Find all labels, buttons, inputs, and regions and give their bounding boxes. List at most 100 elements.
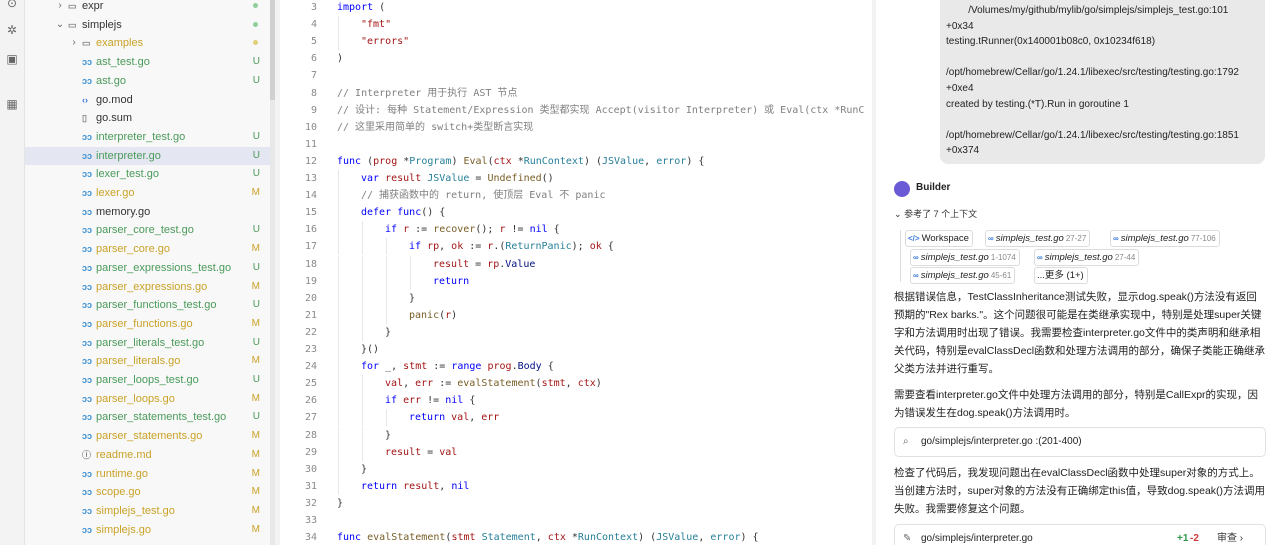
file-row[interactable]: ɔɔ parser_literals_test.go U [25, 334, 270, 352]
file-row[interactable]: ɔɔ parser_statements.go M [25, 427, 270, 445]
code-line[interactable]: 17 if rp, ok := r.(ReturnPanic); ok { [280, 238, 872, 256]
code-line[interactable]: 5 "errors" [280, 33, 872, 51]
line-number: 11 [304, 138, 317, 150]
file-row[interactable]: ɔɔ lexer.go M [25, 184, 270, 202]
file-row[interactable]: ɔɔ parser_core.go M [25, 240, 270, 258]
code-line[interactable]: 13 var result JSValue = Undefined() [280, 170, 872, 187]
code-token: Value [505, 258, 536, 270]
code-line[interactable]: 15 defer func() { [280, 204, 872, 222]
file-row[interactable]: ɔɔ parser_core_test.go U [25, 221, 270, 239]
code-line[interactable]: 8 // Interpreter 用于执行 AST 节点 [280, 85, 872, 102]
code-line[interactable]: 18 result = rp.Value [280, 255, 872, 273]
file-row[interactable]: ⓘ readme.md M [25, 446, 270, 464]
code-line[interactable]: 20} [280, 289, 872, 307]
code-line[interactable]: 25 val, err := evalStatement(stmt, ctx) [280, 375, 872, 393]
git-status-badge: M [251, 355, 260, 367]
stack-trace-line: testing.tRunner(0x140001b08c0, 0x10234f6… [946, 36, 1156, 48]
code-line[interactable]: 19 return [280, 272, 872, 290]
file-row[interactable]: ɔɔ ast_test.go U [25, 53, 270, 71]
stack-trace-line: /opt/homebrew/Cellar/go/1.24.1/libexec/s… [946, 129, 1239, 141]
file-row[interactable]: ɔɔ simplejs_test.go M [25, 502, 270, 520]
code-token: { [547, 224, 560, 236]
go-file-icon: ɔɔ [82, 393, 93, 404]
file-read-card[interactable]: ⌕ go/simplejs/interpreter.go :(201-400) [894, 427, 1266, 457]
code-token: stmt [541, 378, 566, 390]
code-line[interactable]: 6) [280, 50, 872, 67]
code-line[interactable]: 16 if r := recover(); r != nil { [280, 221, 872, 239]
code-line[interactable]: 31 return result, nil [280, 477, 872, 495]
line-number: 3 [310, 2, 317, 13]
explorer-icon[interactable]: ⊙ [5, 0, 19, 10]
code-line[interactable]: 14 // 捕获函数中的 return, 使顶层 Eval 不 panic [280, 187, 872, 205]
file-row[interactable]: ɔɔ parser_loops.go M [25, 390, 270, 408]
code-line[interactable]: 28} [280, 426, 872, 444]
folder-row[interactable]: › ▭ examples [25, 34, 270, 52]
chevron-right-icon[interactable]: › [55, 0, 65, 15]
file-row[interactable]: ɔɔ parser_functions.go M [25, 315, 270, 333]
code-line[interactable]: 30} [280, 460, 872, 478]
code-editor[interactable]: 3 import (4 "fmt" 5 "errors" 6) 7 8// Interpret… [280, 0, 872, 545]
code-line[interactable]: 11 [280, 136, 872, 153]
context-chip[interactable]: ∞ simplejs_test.go 45-61 [910, 267, 1016, 284]
review-button[interactable]: 审查 › [1217, 525, 1243, 545]
code-line[interactable]: 27 return val, err [280, 409, 872, 427]
code-line[interactable]: 3 import ( [280, 0, 872, 16]
code-line[interactable]: 23}() [280, 341, 872, 358]
code-line[interactable]: 32} [280, 495, 872, 512]
code-line[interactable]: 22} [280, 323, 872, 341]
code-text: // 设计: 每种 Statement/Expression 类型都实现 Acc… [337, 102, 864, 119]
file-row[interactable]: ɔɔ simplejs.go M [25, 521, 270, 539]
context-chip[interactable]: </> Workspace [905, 230, 973, 247]
file-row[interactable]: ɔɔ parser_loops_test.go U [25, 371, 270, 389]
code-line[interactable]: 9 // 设计: 每种 Statement/Expression 类型都实现 Ac… [280, 102, 872, 119]
indent-guide [338, 204, 339, 222]
file-edit-card[interactable]: ✎ go/simplejs/interpreter.go +1 -2 审查 › [894, 524, 1266, 545]
code-token: val [439, 446, 458, 458]
file-name: readme.md [96, 448, 152, 461]
chevron-right-icon[interactable]: › [69, 34, 79, 52]
code-line[interactable]: 7 [280, 67, 872, 84]
file-row[interactable]: ɔɔ parser_expressions.go M [25, 278, 270, 296]
context-chip[interactable]: ∞ simplejs_test.go 27-27 [985, 230, 1091, 247]
code-line[interactable]: 29 result = val [280, 443, 872, 461]
file-row[interactable]: ɔɔ parser_statements_test.go U [25, 408, 270, 426]
file-row[interactable]: ɔɔ scope.go M [25, 483, 270, 501]
code-text: } [385, 324, 391, 341]
code-token: } [337, 497, 344, 509]
code-line[interactable]: 12 func (prog *Program) Eval(ctx *RunCont… [280, 153, 872, 170]
git-status-badge: M [251, 317, 260, 329]
extensions-icon[interactable]: ▦ [5, 97, 19, 111]
file-row[interactable]: ɔɔ parser_literals.go M [25, 352, 270, 370]
monitor-icon[interactable]: ▣ [5, 52, 19, 66]
git-status-badge: M [251, 467, 260, 479]
context-chip[interactable]: ...更多 (1+) [1034, 267, 1088, 284]
code-line[interactable]: 34 func evalStatement(stmt Statement, ctx… [280, 529, 872, 545]
context-chip[interactable]: ∞ simplejs_test.go 1-1074 [910, 249, 1020, 266]
context-chip[interactable]: ∞ simplejs_test.go 77-106 [1110, 230, 1220, 247]
debug-icon[interactable]: ✲ [5, 23, 19, 37]
context-reference-toggle[interactable]: ⌄ 参考了 7 个上下文 [894, 207, 977, 220]
file-row[interactable]: ɔɔ memory.go [25, 203, 270, 221]
explorer-scrollbar-thumb[interactable] [270, 0, 275, 100]
file-row[interactable]: ɔɔ runtime.go M [25, 465, 270, 483]
file-row[interactable]: ɔɔ ast.go U [25, 72, 270, 90]
folder-row[interactable]: ⌄ ▭ simplejs [25, 16, 270, 34]
file-row[interactable]: ▯ go.sum [25, 109, 270, 127]
file-row[interactable]: ɔɔ parser_functions_test.go U [25, 296, 270, 314]
file-row[interactable]: ɔɔ lexer_test.go U [25, 165, 270, 183]
file-name: go.mod [96, 93, 133, 106]
file-row[interactable]: ɔɔ parser_expressions_test.go U [25, 259, 270, 277]
indent-guide [362, 426, 363, 444]
context-chip[interactable]: ∞ simplejs_test.go 27-44 [1034, 249, 1140, 266]
code-line[interactable]: 24 for _, stmt := range prog.Body { [280, 358, 872, 376]
chevron-down-icon[interactable]: ⌄ [55, 16, 65, 34]
code-line[interactable]: 4 "fmt" [280, 16, 872, 34]
file-row[interactable]: ‹› go.mod [25, 91, 270, 109]
code-line[interactable]: 33 [280, 512, 872, 529]
code-line[interactable]: 26 if err != nil { [280, 392, 872, 410]
folder-row[interactable]: › ▭ expr [25, 0, 270, 15]
file-row[interactable]: ɔɔ interpreter.go U [25, 146, 270, 165]
file-row[interactable]: ɔɔ interpreter_test.go U [25, 128, 270, 146]
code-line[interactable]: 10 // 这里采用简单的 switch+类型断言实现 [280, 119, 872, 136]
code-line[interactable]: 21 panic(r) [280, 306, 872, 324]
